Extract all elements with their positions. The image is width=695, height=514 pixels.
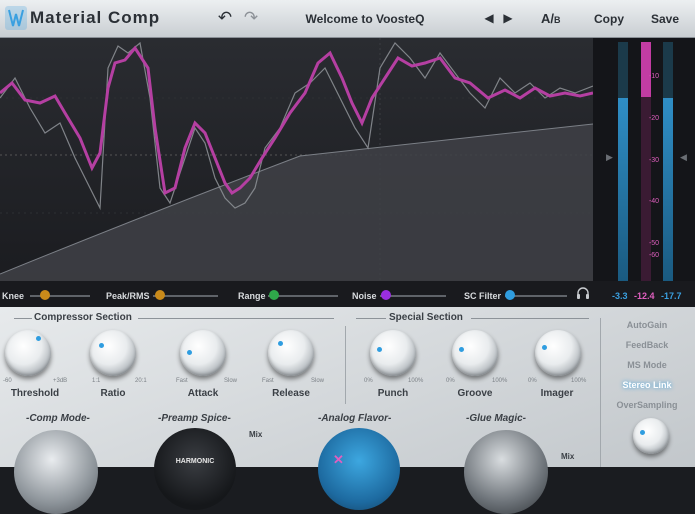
punch-knob[interactable]: [370, 330, 416, 376]
attack-max: Slow: [224, 378, 238, 384]
imager-knob-indicator: [542, 345, 547, 350]
attack-label: Attack: [187, 388, 219, 399]
oversampling-toggle[interactable]: OverSampling: [611, 400, 683, 410]
threshold-min: -60: [3, 378, 12, 384]
release-min: Fast: [262, 378, 274, 384]
analog-flavor-title: -Analog Flavor-: [318, 413, 392, 424]
ratio-knob-indicator: [99, 343, 104, 348]
meter-scale-label: -40: [648, 198, 660, 205]
meter-scale-label: -10: [648, 73, 660, 80]
ratio-max: 20:1: [135, 378, 147, 384]
comp-mode-title: -Comp Mode-: [26, 413, 90, 424]
groove-min: 0%: [446, 378, 455, 384]
glue-mix-label: Mix: [561, 452, 575, 461]
copy-button[interactable]: Copy: [594, 12, 624, 26]
waveform-display[interactable]: [0, 38, 593, 281]
knee-slider-handle[interactable]: [40, 290, 50, 300]
meter-scale-label: -20: [648, 115, 660, 122]
special-section-title: Special Section: [389, 312, 463, 323]
headphones-icon[interactable]: [576, 286, 590, 305]
voosteq-logo-icon: [5, 6, 27, 30]
range-label: Range: [238, 291, 266, 301]
product-title: Material Comp: [30, 8, 161, 27]
divider: [345, 326, 346, 404]
threshold-knob[interactable]: [5, 330, 51, 376]
gain-reduction-value: -12.4: [634, 291, 655, 301]
groove-max: 100%: [492, 378, 508, 384]
divider: [14, 318, 32, 319]
noise-slider-handle[interactable]: [381, 290, 391, 300]
preamp-spice-selector[interactable]: [154, 428, 236, 510]
release-label: Release: [272, 388, 310, 399]
groove-label: Groove: [457, 388, 493, 399]
ab-compare-button[interactable]: A/B: [541, 11, 561, 26]
peak-rms-slider-handle[interactable]: [155, 290, 165, 300]
meter-scale-label: -30: [648, 157, 660, 164]
attack-min: Fast: [176, 378, 188, 384]
peak-rms-label: Peak/RMS: [106, 291, 150, 301]
threshold-max: +3dB: [53, 378, 68, 384]
compressor-section-title: Compressor Section: [34, 312, 132, 323]
sc-filter-slider-handle[interactable]: [505, 290, 515, 300]
punch-max: 100%: [408, 378, 424, 384]
save-button[interactable]: Save: [651, 12, 679, 26]
attack-knob-indicator: [187, 350, 192, 355]
groove-knob[interactable]: [452, 330, 498, 376]
preamp-mix-label: Mix: [249, 430, 263, 439]
range-slider-handle[interactable]: [269, 290, 279, 300]
meter-scale-label: -60: [648, 252, 660, 259]
input-level-value: -3.3: [612, 291, 628, 301]
glue-magic-selector[interactable]: [464, 430, 548, 514]
divider: [138, 318, 334, 319]
imager-min: 0%: [528, 378, 537, 384]
preamp-spice-title: -Preamp Spice-: [158, 413, 231, 424]
feedback-toggle[interactable]: FeedBack: [611, 340, 683, 350]
divider: [471, 318, 589, 319]
ratio-label: Ratio: [100, 388, 126, 399]
autogain-toggle[interactable]: AutoGain: [611, 320, 683, 330]
gain-reduction-meter-fill: [641, 42, 651, 97]
sc-filter-label: SC Filter: [464, 291, 502, 301]
punch-label: Punch: [377, 388, 409, 399]
threshold-label: Threshold: [10, 388, 60, 399]
harmonic-emblem: HARMONIC: [175, 458, 215, 465]
ms-mode-toggle[interactable]: MS Mode: [611, 360, 683, 370]
imager-knob[interactable]: [535, 330, 581, 376]
oversampling-knob-indicator: [640, 430, 645, 435]
release-knob-indicator: [278, 341, 283, 346]
comp-mode-selector[interactable]: [14, 430, 98, 514]
output-gain-arrow-icon[interactable]: ◀: [680, 152, 687, 163]
meter-scale-label: -50: [648, 240, 660, 247]
preset-name[interactable]: Welcome to VoosteQ: [300, 12, 430, 26]
parameter-strip: [0, 281, 695, 307]
release-knob[interactable]: [268, 330, 314, 376]
knee-slider[interactable]: [30, 295, 90, 297]
imager-max: 100%: [571, 378, 587, 384]
punch-knob-indicator: [377, 347, 382, 352]
threshold-knob-indicator: [36, 336, 41, 341]
input-gain-arrow-icon[interactable]: ▶: [606, 152, 613, 163]
noise-label: Noise: [352, 291, 377, 301]
divider: [600, 318, 601, 467]
redo-icon[interactable]: ↷: [240, 8, 262, 28]
release-max: Slow: [311, 378, 325, 384]
glue-magic-title: -Glue Magic-: [466, 413, 527, 424]
analog-flavor-x-icon: ✕: [333, 452, 344, 467]
stereo-link-toggle[interactable]: Stereo Link: [611, 380, 683, 390]
knee-label: Knee: [2, 291, 25, 301]
ratio-min: 1:1: [92, 378, 101, 384]
output-meter-fill: [663, 98, 673, 282]
analog-flavor-selector[interactable]: [318, 428, 400, 510]
input-meter-left-fill: [618, 98, 628, 282]
next-preset-icon[interactable]: ▶: [497, 8, 519, 28]
ratio-knob[interactable]: [90, 330, 136, 376]
oversampling-knob[interactable]: [633, 418, 669, 454]
groove-knob-indicator: [459, 347, 464, 352]
output-level-value: -17.7: [661, 291, 682, 301]
punch-min: 0%: [364, 378, 373, 384]
imager-label: Imager: [540, 388, 574, 399]
divider: [356, 318, 386, 319]
undo-icon[interactable]: ↶: [214, 8, 236, 28]
